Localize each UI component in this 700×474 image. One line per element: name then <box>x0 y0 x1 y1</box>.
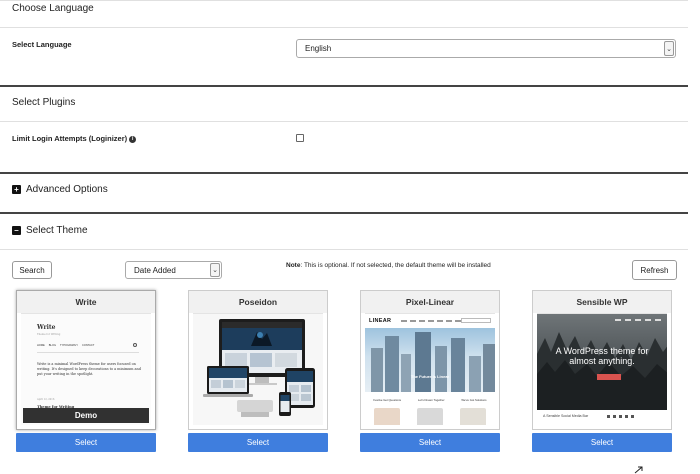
note-label: Note <box>286 262 301 269</box>
theme-card-sensible-wp[interactable]: Sensible WP A WordPress theme for almost… <box>532 290 672 430</box>
preview-date: April 12, 2016 <box>37 398 55 401</box>
theme-card-poseidon[interactable]: Poseidon <box>188 290 328 430</box>
advanced-options-toggle[interactable]: Advanced Options <box>26 184 108 195</box>
search-icon <box>133 343 137 347</box>
preview-headline: A WordPress theme for almost anything. <box>555 346 649 366</box>
demo-button[interactable]: Demo <box>23 408 149 423</box>
theme-screenshot: LINEAR The Future Is Linear Festive Get … <box>365 313 495 425</box>
theme-title: Poseidon <box>189 291 327 313</box>
refresh-button[interactable]: Refresh <box>632 260 677 280</box>
loginizer-checkbox[interactable] <box>296 134 304 142</box>
info-icon[interactable]: i <box>129 135 137 143</box>
theme-screenshot: A WordPress theme for almost anything. A… <box>537 313 667 425</box>
select-plugins-heading: Select Plugins <box>12 97 76 108</box>
preview-nav-bar <box>401 320 461 322</box>
preview-footer: A Sensible Social Media Bar <box>543 414 589 418</box>
sort-select-value: Date Added <box>134 265 176 275</box>
preview-social-icons <box>607 415 634 418</box>
devices-illustration <box>203 319 315 417</box>
select-theme-button[interactable]: Select <box>532 433 672 452</box>
theme-title: Pixel-Linear <box>361 291 499 313</box>
language-select[interactable]: English ⌄ <box>296 39 676 58</box>
preview-nav-bar <box>615 319 665 321</box>
preview-cta <box>597 374 621 380</box>
preview-tagline: Theme for Writing <box>37 333 61 336</box>
select-language-label: Select Language <box>12 40 72 49</box>
preview-site-title: Write <box>37 324 56 331</box>
cursor-icon <box>634 466 643 474</box>
theme-card-write[interactable]: Write Write Theme for Writing HOME BLOG … <box>16 290 156 430</box>
language-select-value: English <box>305 44 332 53</box>
theme-screenshot <box>193 313 323 425</box>
theme-note: Note: This is optional. If not selected,… <box>286 262 491 269</box>
note-text: : This is optional. If not selected, the… <box>300 262 491 269</box>
theme-screenshot: Write Theme for Writing HOME BLOG TYPOGR… <box>21 313 151 425</box>
loginizer-label: Limit Login Attempts (Loginizer) <box>12 134 128 143</box>
preview-hero-text: The Future Is Linear <box>410 374 450 379</box>
preview-nav: HOME BLOG TYPOGRAPHY CONTACT <box>37 344 95 347</box>
preview-features: Festive Get Questions Let's Dream Togeth… <box>373 398 487 402</box>
preview-hero: The Future Is Linear <box>365 328 495 392</box>
search-button[interactable]: Search <box>12 261 52 279</box>
select-theme-heading[interactable]: Select Theme <box>26 225 88 236</box>
preview-search <box>461 318 491 323</box>
chevron-down-icon[interactable]: ⌄ <box>664 41 674 56</box>
choose-language-heading: Choose Language <box>12 3 94 14</box>
plus-square-icon[interactable]: + <box>12 185 21 194</box>
theme-card-pixel-linear[interactable]: Pixel-Linear LINEAR The Future Is Linear… <box>360 290 500 430</box>
preview-hero: A WordPress theme for almost anything. <box>537 314 667 410</box>
preview-logo: LINEAR <box>369 318 392 324</box>
minus-square-icon[interactable]: – <box>12 226 21 235</box>
select-theme-button[interactable]: Select <box>16 433 156 452</box>
chevron-down-icon[interactable]: ⌄ <box>210 263 220 277</box>
select-theme-button[interactable]: Select <box>188 433 328 452</box>
loginizer-label-row: Limit Login Attempts (Loginizer) i <box>12 134 137 143</box>
preview-divider <box>37 352 139 353</box>
theme-title: Write <box>17 291 155 313</box>
theme-title: Sensible WP <box>533 291 671 313</box>
preview-body: Write is a minimal WordPress theme for u… <box>37 362 141 377</box>
sort-select[interactable]: Date Added ⌄ <box>125 261 222 279</box>
preview-feature-images <box>365 408 495 425</box>
select-theme-button[interactable]: Select <box>360 433 500 452</box>
